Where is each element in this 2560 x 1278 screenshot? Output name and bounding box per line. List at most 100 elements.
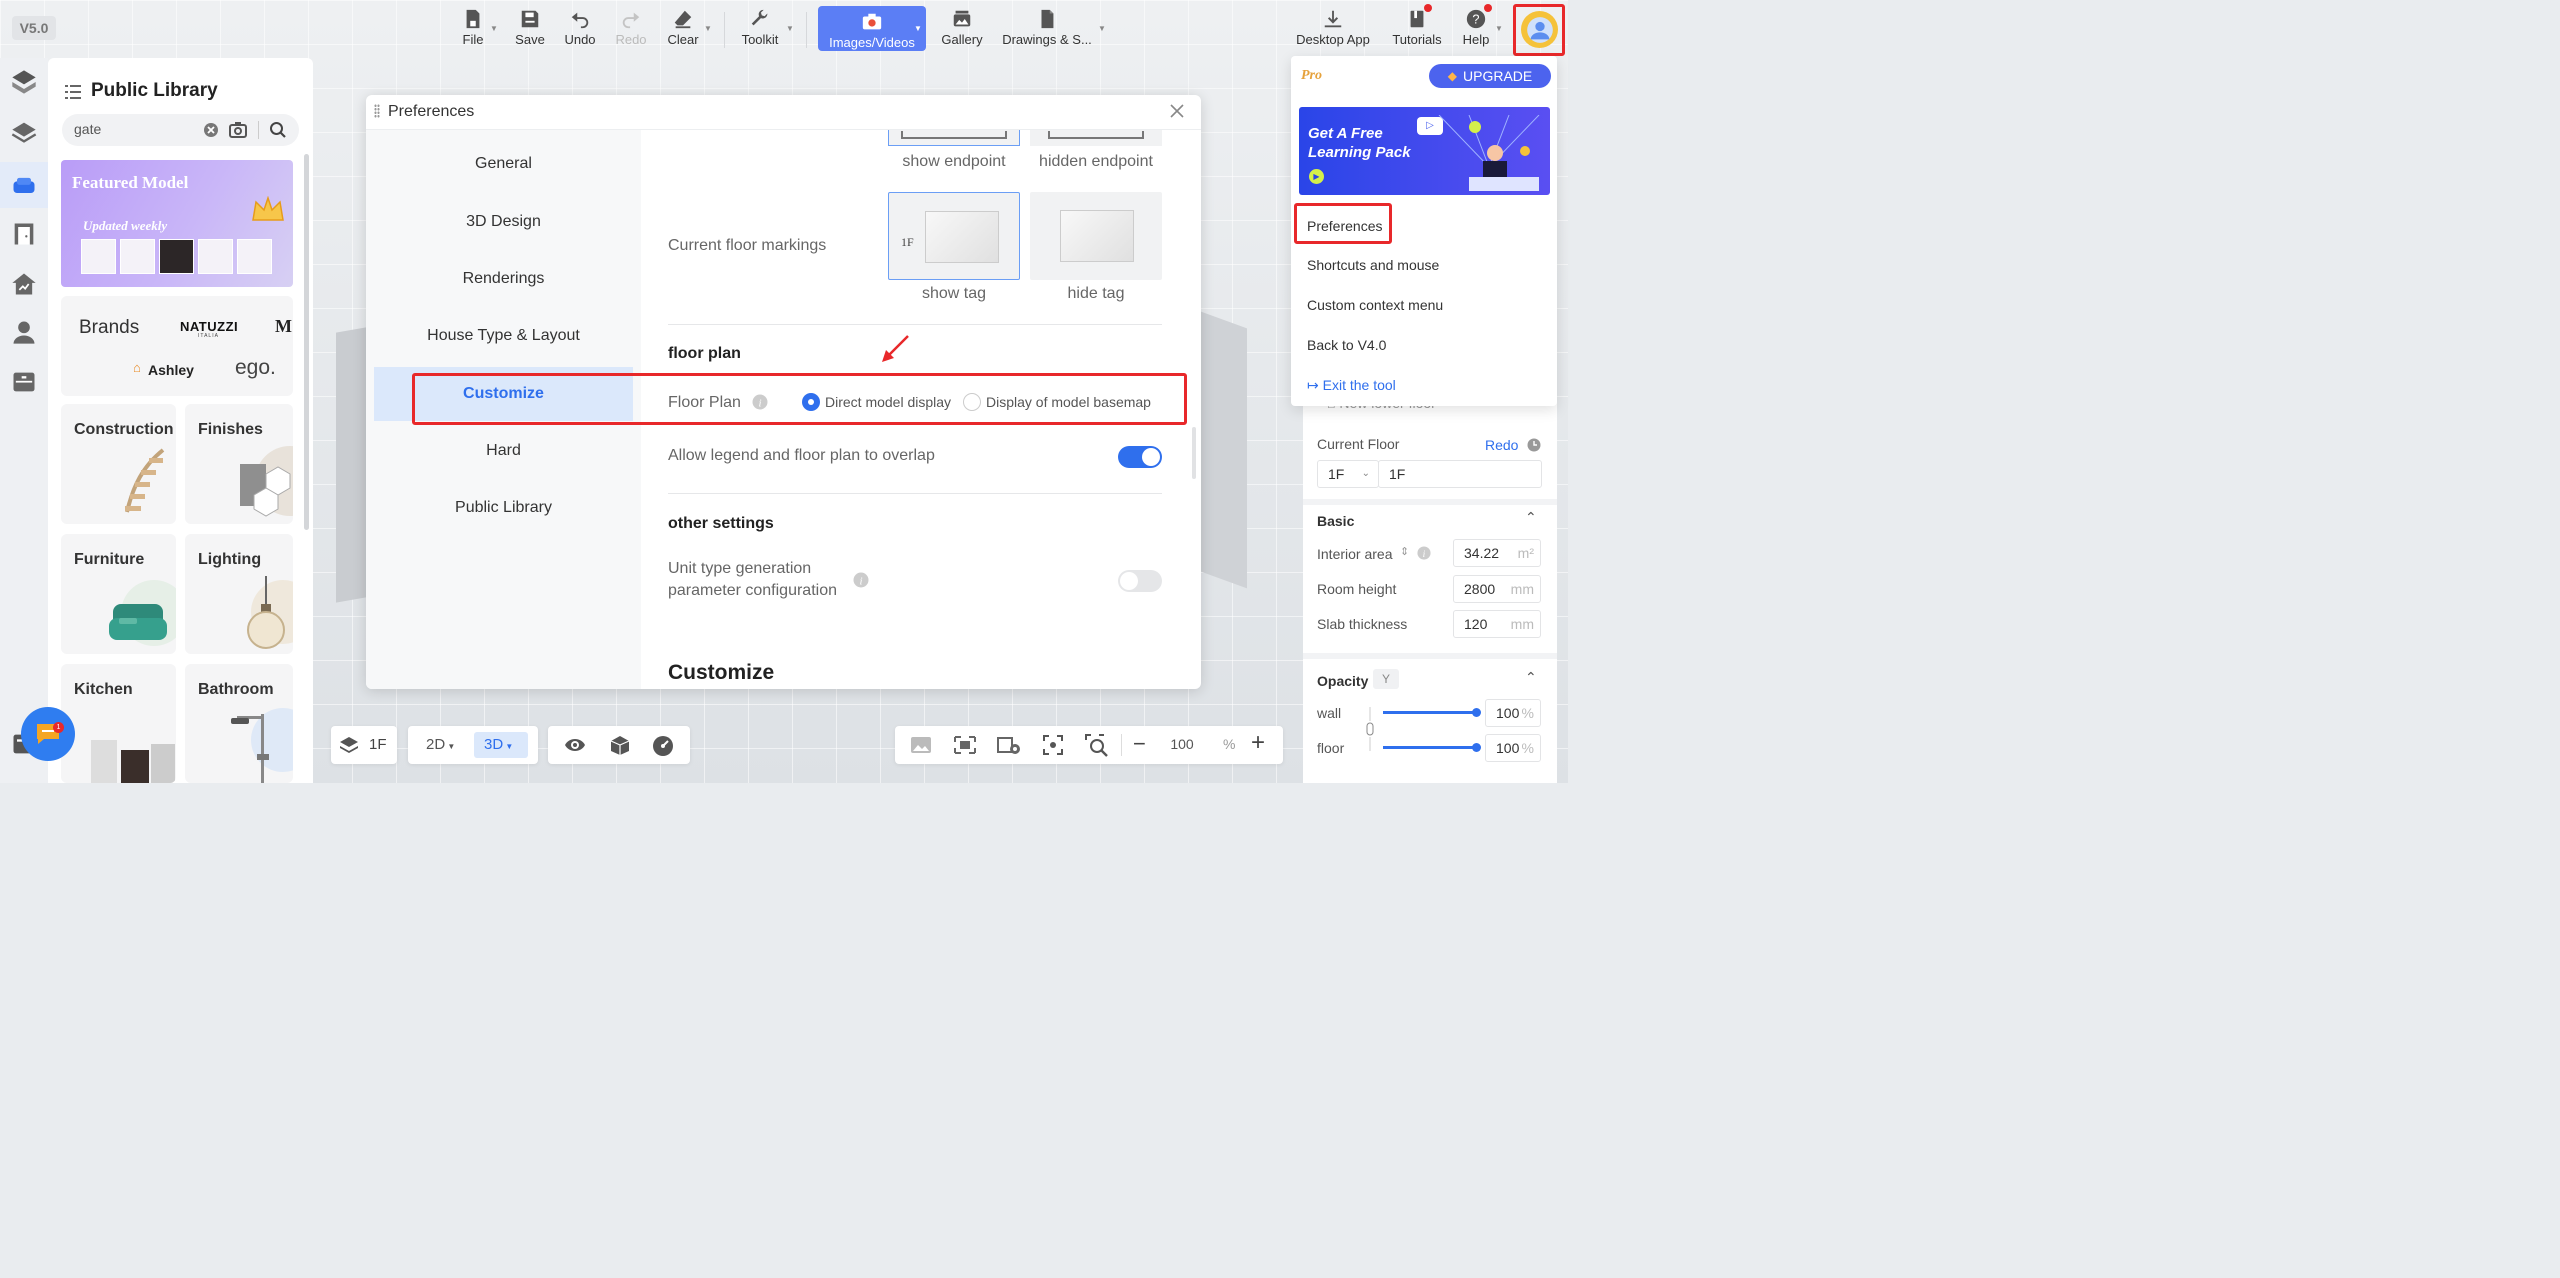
- clock-icon[interactable]: [1527, 438, 1541, 452]
- person-icon[interactable]: [10, 318, 38, 346]
- desktop-app-button[interactable]: Desktop App: [1294, 8, 1372, 47]
- redo-link[interactable]: Redo: [1485, 437, 1518, 453]
- link-icon[interactable]: [1365, 707, 1375, 751]
- category-construction[interactable]: Construction: [61, 404, 176, 524]
- category-furniture[interactable]: Furniture: [61, 534, 176, 654]
- floor-opacity-input[interactable]: 100%: [1485, 734, 1541, 762]
- view-3d-button[interactable]: 3D ▼: [474, 732, 528, 758]
- images-caret-icon[interactable]: ▼: [914, 24, 922, 33]
- menu-item-custom-context-menu[interactable]: Custom context menu: [1307, 297, 1443, 313]
- category-kitchen[interactable]: Kitchen: [61, 664, 176, 783]
- search-icon[interactable]: [269, 121, 287, 139]
- tab-3d-design[interactable]: 3D Design: [374, 195, 633, 249]
- category-bathroom[interactable]: Bathroom: [185, 664, 293, 783]
- redo-button[interactable]: Redo: [614, 8, 648, 47]
- room-height-input[interactable]: 2800 mm: [1453, 575, 1541, 603]
- tab-renderings[interactable]: Renderings: [374, 252, 633, 306]
- collapse-chevron-icon[interactable]: ⌃: [1525, 509, 1537, 526]
- menu-item-back-to-v4[interactable]: Back to V4.0: [1307, 337, 1386, 353]
- hide-tag-thumb[interactable]: [1030, 192, 1162, 280]
- zoom-input[interactable]: 100 %: [1157, 732, 1237, 758]
- wall-opacity-slider[interactable]: [1383, 708, 1481, 717]
- featured-model-banner[interactable]: Featured Model Updated weekly: [61, 160, 293, 287]
- library-scrollbar[interactable]: [304, 154, 309, 530]
- image-search-camera-icon[interactable]: [229, 121, 247, 138]
- library-search-input[interactable]: gate: [74, 121, 101, 137]
- learning-pack-banner[interactable]: Get A Free Learning Pack ▶ ▷: [1299, 107, 1550, 195]
- focus-icon[interactable]: [1043, 735, 1063, 755]
- option-show-endpoint[interactable]: show endpoint: [888, 153, 1020, 171]
- show-tag-thumb[interactable]: 1F: [888, 192, 1020, 280]
- drawings-caret-icon[interactable]: ▼: [1098, 24, 1106, 33]
- info-icon[interactable]: i: [1417, 546, 1431, 560]
- floor-name-input[interactable]: 1F: [1378, 460, 1542, 488]
- tab-general[interactable]: General: [374, 137, 633, 191]
- cabinet-icon[interactable]: [10, 368, 38, 396]
- unit-type-toggle[interactable]: [1118, 570, 1162, 592]
- floor-switcher[interactable]: 1F: [331, 726, 397, 764]
- cube-layers-icon[interactable]: [10, 68, 38, 96]
- toolkit-button[interactable]: Toolkit: [738, 8, 782, 47]
- tab-public-library[interactable]: Public Library: [374, 481, 633, 535]
- help-button[interactable]: ? Help: [1460, 8, 1492, 47]
- info-icon[interactable]: i: [853, 572, 869, 588]
- cube-view-icon[interactable]: [610, 735, 630, 755]
- upgrade-button[interactable]: ◆ UPGRADE: [1429, 64, 1551, 88]
- menu-item-shortcuts[interactable]: Shortcuts and mouse: [1307, 257, 1439, 273]
- overlap-toggle[interactable]: [1118, 446, 1162, 468]
- zoom-area-icon[interactable]: [1085, 734, 1109, 758]
- help-caret-icon[interactable]: ▼: [1495, 24, 1503, 33]
- slider-knob[interactable]: [1472, 708, 1481, 717]
- tab-hard[interactable]: Hard: [374, 424, 633, 478]
- wall-opacity-input[interactable]: 100%: [1485, 699, 1541, 727]
- avatar[interactable]: [1521, 11, 1558, 48]
- option-show-tag[interactable]: show tag: [888, 285, 1020, 303]
- close-icon[interactable]: [1170, 104, 1184, 118]
- slab-thickness-input[interactable]: 120 mm: [1453, 610, 1541, 638]
- image-icon[interactable]: [911, 737, 931, 753]
- view-2d-button[interactable]: 2D ▼: [416, 732, 466, 758]
- option-hide-tag[interactable]: hide tag: [1030, 285, 1162, 303]
- list-icon[interactable]: [65, 85, 81, 99]
- endpoint-thumb-hidden[interactable]: [1030, 130, 1162, 146]
- view-settings-icon[interactable]: [997, 735, 1021, 755]
- slider-knob[interactable]: [1472, 743, 1481, 752]
- file-button[interactable]: File: [458, 8, 488, 47]
- floor-opacity-slider[interactable]: [1383, 743, 1481, 752]
- toolkit-caret-icon[interactable]: ▼: [786, 24, 794, 33]
- drag-handle-icon[interactable]: [374, 104, 380, 118]
- images-videos-button[interactable]: Images/Videos: [818, 6, 926, 51]
- file-caret-icon[interactable]: ▼: [490, 24, 498, 33]
- frame-select-icon[interactable]: [953, 735, 977, 755]
- clear-search-icon[interactable]: [203, 122, 219, 138]
- chat-button[interactable]: [21, 707, 75, 761]
- menu-item-exit[interactable]: ↦ Exit the tool: [1307, 377, 1396, 394]
- zoom-out-button[interactable]: −: [1133, 733, 1146, 755]
- endpoint-thumb-show[interactable]: [888, 130, 1020, 146]
- brands-card[interactable]: Brands NATUZZI ITALIA M Ashley ⌂ ego.: [61, 296, 293, 396]
- option-hidden-endpoint[interactable]: hidden endpoint: [1030, 153, 1162, 171]
- tutorials-button[interactable]: Tutorials: [1390, 8, 1444, 47]
- save-button[interactable]: Save: [513, 8, 547, 47]
- house-icon[interactable]: [10, 270, 38, 298]
- category-lighting[interactable]: Lighting: [185, 534, 293, 654]
- clear-caret-icon[interactable]: ▼: [704, 24, 712, 33]
- interior-area-input[interactable]: 34.22 m²: [1453, 539, 1541, 567]
- sofa-library-icon[interactable]: [10, 172, 38, 200]
- door-icon[interactable]: [10, 220, 38, 248]
- content-scrollbar[interactable]: [1192, 427, 1196, 479]
- undo-button[interactable]: Undo: [562, 8, 598, 47]
- sort-icon[interactable]: ⇕: [1400, 545, 1409, 558]
- floor-layers-icon[interactable]: [10, 118, 38, 146]
- clear-button[interactable]: Clear: [666, 8, 700, 47]
- category-finishes[interactable]: Finishes: [185, 404, 293, 524]
- drawings-button[interactable]: Drawings & S...: [1000, 8, 1094, 47]
- collapse-chevron-icon[interactable]: ⌃: [1525, 669, 1537, 686]
- zoom-in-button[interactable]: +: [1251, 731, 1265, 755]
- floor-select[interactable]: 1F ⌄: [1317, 460, 1379, 488]
- tab-house-type-layout[interactable]: House Type & Layout: [374, 309, 633, 363]
- gauge-icon[interactable]: [652, 735, 674, 757]
- eye-icon[interactable]: [564, 736, 586, 754]
- gallery-button[interactable]: Gallery: [940, 8, 984, 47]
- redo-icon: [622, 12, 640, 29]
